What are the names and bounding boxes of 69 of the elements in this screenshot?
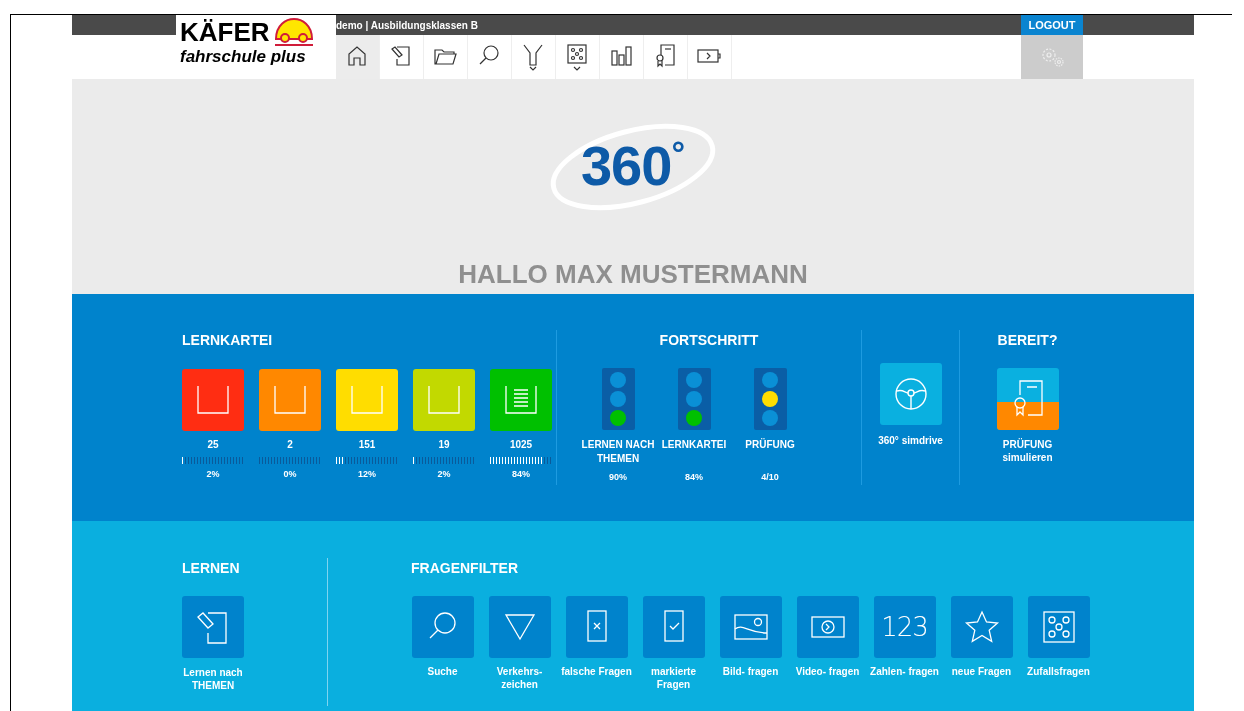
card-percent: 0% (283, 468, 297, 481)
empty-box-icon (196, 386, 230, 414)
simdrive-tile[interactable] (879, 363, 942, 425)
brand-name: KÄFER (180, 18, 270, 46)
exam-tile[interactable] (996, 368, 1059, 430)
progress-value: 84% (685, 471, 703, 484)
filter-tile[interactable]: 123 (873, 596, 936, 658)
filter-tile[interactable] (950, 596, 1013, 658)
section-title: LERNKARTEI (182, 331, 274, 350)
edit-icon (196, 609, 230, 645)
brand-subtitle: fahrschule plus (180, 47, 307, 67)
steering-wheel-icon (893, 377, 928, 411)
card-percent: 84% (512, 468, 530, 481)
progress-value: 4/10 (761, 471, 779, 484)
card-count: 1025 (509, 438, 533, 452)
filter-label: Suche (426, 665, 459, 678)
section-title: LERNEN (182, 559, 241, 578)
filter-tile[interactable] (719, 596, 782, 658)
empty-box-icon (350, 386, 384, 414)
card-percent: 2% (437, 468, 451, 481)
card-box-tile[interactable] (490, 369, 552, 431)
logo-360: 360 (580, 136, 672, 196)
card-count: 2 (287, 438, 293, 452)
filter-tile[interactable] (488, 596, 551, 658)
progress-label: LERNKARTEI (660, 438, 728, 452)
exam-label: PRÜFUNG simulieren (1001, 438, 1054, 464)
certificate-icon (1011, 379, 1044, 419)
filter-tile[interactable] (565, 596, 628, 658)
filter-tile[interactable] (796, 596, 859, 658)
learn-tile[interactable] (182, 596, 244, 658)
star-icon (963, 609, 1000, 645)
section-title: BEREIT? (997, 331, 1058, 350)
filter-label: falsche Fragen (560, 665, 633, 678)
card-count: 25 (207, 438, 219, 452)
empty-box-icon (273, 386, 307, 414)
full-box-icon (504, 386, 538, 414)
section-title: FORTSCHRITT (659, 331, 759, 350)
progress-label: LERNEN NACH THEMEN (580, 438, 656, 466)
numbers-glyph: 123 (881, 610, 928, 644)
filter-tile[interactable] (642, 596, 705, 658)
greeting: HALLO MAX MUSTERMANN (458, 258, 808, 291)
learn-label: Lernen nach THEMEN (182, 666, 244, 692)
card-percent: 12% (358, 468, 376, 481)
progress-value: 90% (609, 471, 627, 484)
card-box-tile[interactable] (336, 369, 398, 431)
section-title: FRAGENFILTER (411, 559, 520, 578)
logo-degree: ° (671, 136, 685, 170)
filter-label: Zufallsfragen (1026, 665, 1091, 678)
filter-tile[interactable] (411, 596, 474, 658)
user-info: demo | Ausbildungsklassen B (336, 18, 478, 33)
card-box-tile[interactable] (259, 369, 321, 431)
card-box-tile[interactable] (413, 369, 475, 431)
empty-box-icon (427, 386, 461, 414)
filter-label: Zahlen- fragen (869, 665, 940, 678)
filter-label: Verkehrs- zeichen (495, 665, 544, 691)
logout-button[interactable]: LOGOUT (1021, 15, 1083, 35)
filter-label: neue Fragen (950, 665, 1013, 678)
filter-label: markierte Fragen (650, 665, 697, 691)
filter-label: Bild- fragen (721, 665, 780, 678)
dice-icon (1040, 609, 1077, 645)
card-percent: 2% (206, 468, 220, 481)
card-count: 151 (358, 438, 376, 452)
card-box-tile[interactable] (182, 369, 244, 431)
filter-label: Video- fragen (794, 665, 861, 678)
simdrive-label: 360° simdrive (878, 434, 943, 448)
card-count: 19 (438, 438, 450, 452)
filter-tile[interactable] (1027, 596, 1090, 658)
nav-tab[interactable] (336, 35, 380, 79)
progress-label: PRÜFUNG (744, 438, 796, 452)
